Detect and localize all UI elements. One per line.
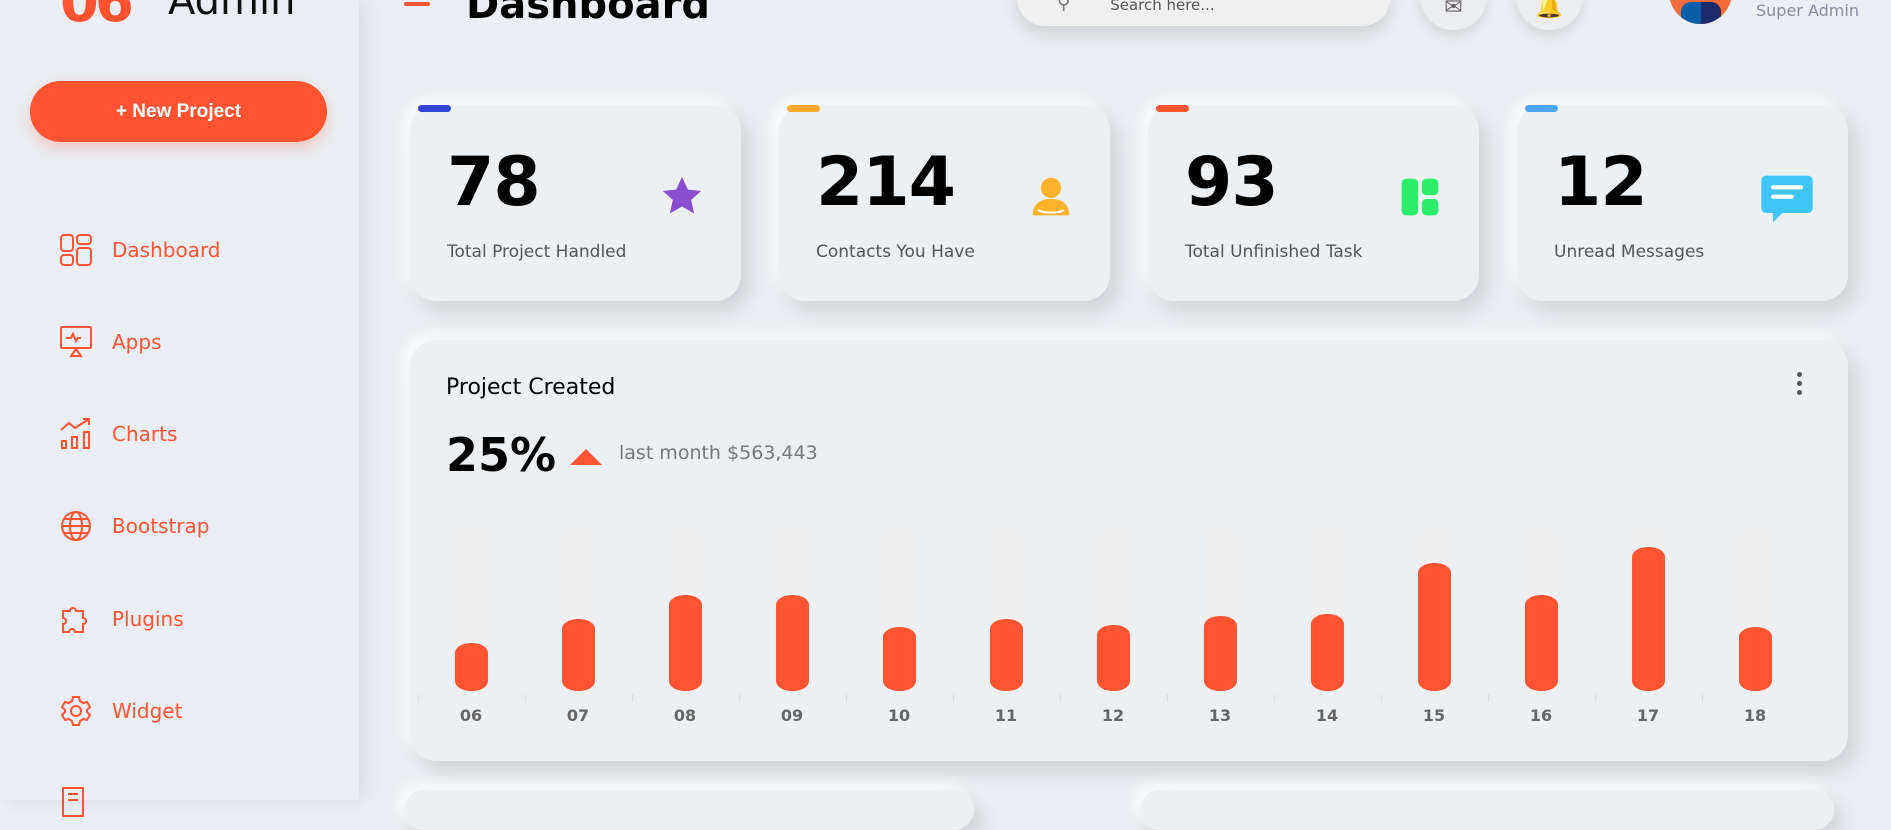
bell-icon: 🔔 bbox=[1535, 0, 1564, 20]
x-tick-label: 16 bbox=[1529, 706, 1553, 725]
bar-13[interactable] bbox=[1204, 615, 1237, 691]
document-icon bbox=[62, 787, 84, 817]
stat-value: 78 bbox=[447, 143, 541, 222]
star-icon bbox=[662, 176, 702, 214]
sidebar-item-label: Widget bbox=[112, 699, 183, 723]
x-tick-label: 11 bbox=[994, 706, 1018, 725]
chart-trend-icon bbox=[60, 418, 90, 449]
x-tick-label: 06 bbox=[459, 706, 483, 725]
x-tick bbox=[1381, 694, 1382, 702]
x-tick-label: 17 bbox=[1636, 706, 1660, 725]
chart-subtitle: last month $563,443 bbox=[619, 442, 818, 464]
x-tick bbox=[846, 694, 847, 702]
gear-icon bbox=[60, 696, 92, 726]
bar-18[interactable] bbox=[1739, 627, 1772, 691]
x-tick bbox=[953, 694, 954, 702]
project-created-card: Project Created 25% last month $563,443 … bbox=[410, 340, 1848, 761]
stat-card-projects: 78 Total Project Handled bbox=[410, 105, 741, 301]
x-tick-label: 12 bbox=[1101, 706, 1125, 725]
stat-value: 12 bbox=[1554, 143, 1648, 222]
bar-11[interactable] bbox=[990, 619, 1023, 691]
bar-08[interactable] bbox=[669, 595, 702, 691]
x-tick-label: 09 bbox=[780, 706, 804, 725]
chart-title: Project Created bbox=[446, 375, 616, 400]
x-tick bbox=[739, 694, 740, 702]
sidebar-item-label: Apps bbox=[112, 330, 162, 354]
x-tick bbox=[1274, 694, 1275, 702]
x-tick bbox=[1702, 694, 1703, 702]
bar-14[interactable] bbox=[1311, 614, 1344, 691]
search-input[interactable]: ⚲ Search here... bbox=[1017, 0, 1390, 26]
puzzle-icon bbox=[62, 607, 87, 633]
sidebar-item-bootstrap[interactable]: Bootstrap bbox=[60, 510, 209, 542]
x-tick bbox=[525, 694, 526, 702]
sidebar-item-widget[interactable]: Widget bbox=[60, 695, 182, 727]
page-title: Dashboard bbox=[466, 0, 710, 28]
sidebar-item-charts[interactable]: Charts bbox=[60, 418, 177, 450]
x-tick bbox=[1488, 694, 1489, 702]
x-tick-label: 10 bbox=[887, 706, 911, 725]
new-project-button[interactable]: + New Project bbox=[30, 81, 327, 142]
message-icon bbox=[1761, 175, 1813, 223]
search-icon: ⚲ bbox=[1057, 0, 1071, 14]
stat-label: Unread Messages bbox=[1554, 242, 1705, 262]
search-placeholder: Search here... bbox=[1110, 0, 1215, 14]
avatar[interactable] bbox=[1669, 0, 1732, 24]
stat-label: Total Unfinished Task bbox=[1185, 242, 1363, 262]
sidebar-item-apps[interactable]: Apps bbox=[60, 326, 162, 358]
sidebar: 06 Admin + New Project Dashboard Apps Ch… bbox=[0, 0, 359, 817]
stat-value: 214 bbox=[816, 143, 956, 222]
stat-card-contacts: 214 Contacts You Have bbox=[779, 105, 1110, 301]
stat-card-messages: 12 Unread Messages bbox=[1517, 105, 1848, 301]
chart-percent: 25% bbox=[446, 428, 557, 482]
notifications-button[interactable]: 🔔 bbox=[1516, 0, 1583, 30]
trend-up-icon bbox=[570, 449, 602, 465]
x-tick-label: 08 bbox=[673, 706, 697, 725]
globe-icon bbox=[61, 511, 91, 541]
x-tick-label: 14 bbox=[1315, 706, 1339, 725]
x-tick bbox=[1167, 694, 1168, 702]
sidebar-item-label: Plugins bbox=[112, 607, 184, 631]
x-tick bbox=[418, 694, 419, 702]
user-role: Super Admin bbox=[1756, 1, 1859, 20]
bar-10[interactable] bbox=[883, 627, 916, 691]
bar-17[interactable] bbox=[1632, 547, 1665, 691]
layout-icon bbox=[1401, 178, 1439, 216]
monitor-pulse-icon bbox=[60, 326, 92, 357]
sidebar-item-label: Bootstrap bbox=[112, 514, 210, 538]
bottom-card-right bbox=[1140, 790, 1834, 830]
sidebar-item-dashboard[interactable]: Dashboard bbox=[60, 234, 221, 266]
user-icon bbox=[1032, 177, 1070, 216]
x-tick-label: 13 bbox=[1208, 706, 1232, 725]
bar-06[interactable] bbox=[455, 643, 488, 691]
x-tick bbox=[632, 694, 633, 702]
bar-09[interactable] bbox=[776, 595, 809, 691]
stat-label: Total Project Handled bbox=[447, 242, 627, 262]
x-tick-label: 18 bbox=[1743, 706, 1767, 725]
bar-15[interactable] bbox=[1418, 563, 1451, 691]
bottom-card-left bbox=[404, 790, 974, 830]
sidebar-item-plugins[interactable]: Plugins bbox=[60, 603, 184, 635]
stat-card-tasks: 93 Total Unfinished Task bbox=[1148, 105, 1479, 301]
stat-label: Contacts You Have bbox=[816, 242, 975, 262]
bar-16[interactable] bbox=[1525, 595, 1558, 691]
menu-toggle-icon[interactable] bbox=[404, 2, 430, 6]
bar-12[interactable] bbox=[1097, 625, 1130, 691]
x-tick-label: 07 bbox=[566, 706, 590, 725]
bar-07[interactable] bbox=[562, 619, 595, 691]
x-tick-label: 15 bbox=[1422, 706, 1446, 725]
sidebar-item-label: Charts bbox=[112, 422, 178, 446]
x-tick bbox=[1595, 694, 1596, 702]
sidebar-item-label: Dashboard bbox=[112, 238, 221, 262]
brand-name: Admin bbox=[168, 0, 296, 24]
messages-button[interactable]: ✉ bbox=[1420, 0, 1487, 30]
grid-icon bbox=[60, 234, 92, 266]
sidebar-item-more[interactable] bbox=[60, 786, 112, 818]
x-tick bbox=[1060, 694, 1061, 702]
stat-value: 93 bbox=[1185, 143, 1279, 222]
envelope-icon: ✉ bbox=[1444, 0, 1463, 20]
more-options-icon[interactable] bbox=[1796, 372, 1802, 395]
logo: 06 bbox=[60, 0, 134, 35]
